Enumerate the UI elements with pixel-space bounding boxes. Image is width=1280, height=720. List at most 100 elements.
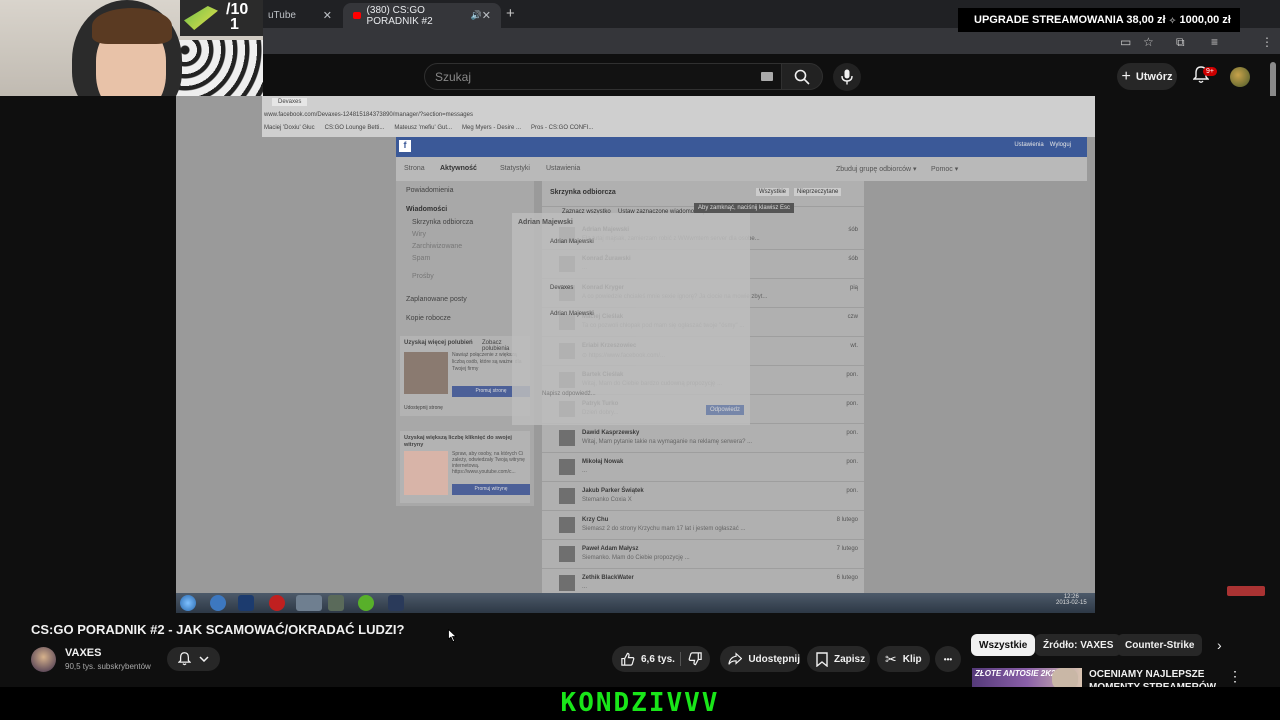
create-label: Utwórz (1135, 70, 1173, 83)
inner-bookmarks: Maciej 'Doxiu' Głuc CS:GO Lounge Betti..… (264, 125, 593, 131)
fb-left-item: Zarchiwizowane (412, 243, 463, 250)
tab-youtube[interactable]: uTube ✕ (258, 3, 342, 28)
speaker-icon[interactable]: 🔊 (471, 10, 482, 21)
search-icon (794, 69, 810, 85)
message-date: pon. (846, 459, 858, 465)
share-button[interactable]: Udostępnij (720, 646, 800, 672)
promo-title: Uzyskaj więcej polubień (404, 340, 473, 346)
thumbnail-text: ZŁOTE ANTOSIE 2K25 (975, 669, 1060, 678)
inbox-filter: Wszystkie (756, 188, 789, 196)
account-avatar[interactable] (1230, 67, 1250, 87)
sender-avatar (559, 546, 575, 562)
more-vert-icon[interactable]: ⋮ (1228, 668, 1242, 685)
fb-top-link: Wyloguj (1049, 142, 1071, 148)
taskbar-clock: 12:26 2013-02-15 (1056, 594, 1087, 606)
share-icon (728, 652, 743, 665)
message-date: pon. (846, 401, 858, 407)
youtube-watermark-icon (1227, 586, 1265, 596)
sender-name: Jakub Parker Świątek (582, 488, 644, 494)
message-date: wt. (850, 343, 858, 349)
cast-icon[interactable]: ▭ (1120, 35, 1131, 49)
voice-search-button[interactable] (833, 63, 861, 91)
upgrade-banner: UPGRADE STREAMOWANIA 38,00 zł ⟡ 1000,00 … (958, 8, 1240, 32)
fb-tab: Zbuduj grupę odbiorców ▾ (836, 166, 917, 173)
bell-icon (178, 652, 191, 666)
keyboard-icon[interactable] (761, 72, 773, 81)
playlist-icon[interactable]: ≡ (1211, 35, 1218, 49)
windows-taskbar: 12:26 2013-02-15 (176, 593, 1095, 613)
mouse-cursor-icon (448, 628, 458, 647)
promo-title: Uzyskaj większą liczbę kliknięć do swoje… (404, 435, 512, 448)
fb-left-item: Skrzynka odbiorcza (412, 219, 474, 226)
chip-all[interactable]: Wszystkie (971, 634, 1036, 656)
message-date: śób (848, 256, 858, 262)
fb-top-links: Ustawienia Wyloguj (1014, 142, 1071, 148)
search-input[interactable]: Szukaj (424, 63, 782, 90)
chrome-icon (296, 595, 322, 611)
clip-label: Klip (902, 653, 922, 665)
save-button[interactable]: Zapisz (807, 646, 870, 672)
channel-name[interactable]: VAXES (65, 647, 101, 659)
search-button[interactable] (781, 63, 823, 90)
chip-counter-strike[interactable]: Counter-Strike (1117, 634, 1203, 656)
fb-page-tabs: Strona Aktywność Statystyki Ustawienia Z… (396, 157, 1087, 181)
channel-avatar[interactable] (31, 647, 56, 672)
sender-avatar (559, 430, 575, 446)
create-button[interactable]: + Utwórz (1117, 63, 1177, 90)
inbox-row: Krzy Chu Siemasz 2 do strony Krzychu mam … (542, 511, 864, 540)
fb-tab: Aktywność (440, 165, 477, 172)
close-icon[interactable]: ✕ (482, 9, 491, 22)
sender-name: Zethik BlackWater (582, 575, 634, 581)
sender-name: Krzy Chu (582, 517, 609, 523)
streamer-brand: KONDZIVVV (560, 688, 720, 718)
upgrade-target: 1000,00 zł (1179, 14, 1231, 26)
clip-button[interactable]: ✂ Klip (877, 646, 930, 672)
promo-image (404, 451, 448, 495)
fb-left-item: Spam (412, 255, 431, 262)
like-button[interactable]: 6,6 tys. (620, 652, 675, 667)
extensions-icon[interactable]: ⧉ (1176, 35, 1185, 50)
message-preview: Stemanko Coxia X (582, 497, 632, 503)
message-date: śób (848, 227, 858, 233)
inbox-row: Jakub Parker Świątek Stemanko Coxia X pon. (542, 482, 864, 511)
search-placeholder: Szukaj (435, 70, 472, 84)
video-player[interactable]: Devaxes www.facebook.com/Devaxes-1248151… (176, 96, 1095, 613)
modal-reply-input: Napisz odpowiedź... (542, 391, 596, 397)
sender-avatar (559, 459, 575, 475)
new-tab-button[interactable]: + (506, 5, 515, 22)
chip-source[interactable]: Źródło: VAXES (1035, 634, 1122, 656)
fb-left-item: Prośby (412, 273, 434, 280)
subscription-bell-button[interactable] (167, 647, 220, 671)
upgrade-text: UPGRADE STREAMOWANIA 38,00 zł (974, 14, 1166, 26)
clock-date: 2013-02-15 (1056, 600, 1087, 606)
divider (680, 652, 681, 666)
bookmark-icon (816, 651, 828, 667)
fb-message-modal: Adrian Majewski Adrian Majewski Devaxes … (512, 213, 750, 425)
fb-tab: Pomoc ▾ (931, 166, 959, 173)
thumbs-up-icon (621, 652, 635, 666)
chevron-right-icon[interactable]: › (1217, 637, 1222, 653)
start-orb-icon (180, 595, 196, 611)
bookmark: Meg Myers - Desire ... (462, 125, 522, 131)
scissors-icon: ✂ (885, 650, 897, 667)
promo-footer: Udostępnij stronę (404, 405, 443, 411)
modal-send-button: Odpowiedz (706, 405, 745, 415)
fb-left-item: Zaplanowane posty (406, 296, 467, 303)
spotify-icon (358, 595, 374, 611)
upgrade-separator: ⟡ (1169, 14, 1176, 25)
message-preview: ... (582, 468, 588, 474)
app-icon (210, 595, 226, 611)
esc-tooltip: Aby zamknąć, naciśnij klawisz Esc (694, 203, 795, 213)
dislike-button[interactable] (688, 651, 709, 669)
weapon-icon (184, 6, 218, 30)
plus-icon: + (1121, 67, 1131, 85)
save-label: Zapisz (834, 653, 866, 665)
inbox-row: Dawid Kasprzewsky Witaj, Mam pytanie taki… (542, 424, 864, 453)
more-actions-button[interactable]: ••• (935, 646, 961, 672)
star-icon[interactable]: ☆ (1143, 35, 1154, 49)
close-icon[interactable]: ✕ (323, 9, 332, 22)
tab-video[interactable]: (380) CS:GO PORADNIK #2 🔊 ✕ (343, 3, 501, 28)
menu-icon[interactable]: ⋮ (1261, 35, 1273, 49)
inner-url: www.facebook.com/Devaxes-124815184373890… (264, 112, 473, 118)
video-frame: Devaxes www.facebook.com/Devaxes-1248151… (176, 96, 1095, 598)
